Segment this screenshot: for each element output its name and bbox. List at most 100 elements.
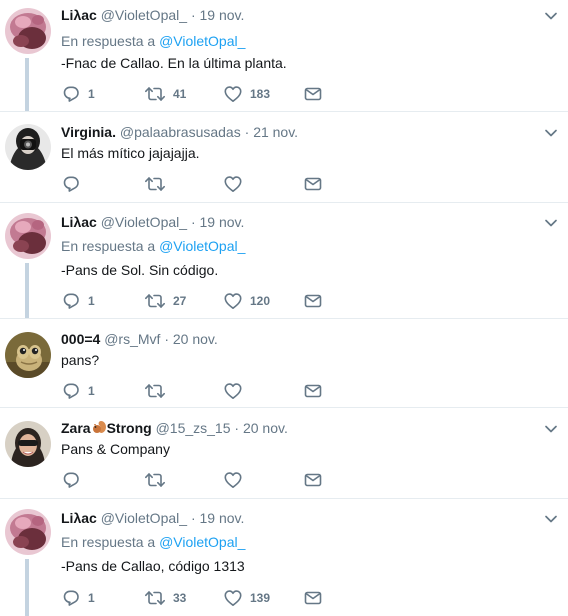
- zara-avatar-image: [5, 421, 51, 467]
- reply-icon: [61, 84, 81, 104]
- thread-line: [25, 559, 29, 616]
- avatar[interactable]: [5, 332, 51, 378]
- like-button[interactable]: 120: [223, 291, 270, 311]
- separator-dot: ·: [190, 214, 196, 230]
- tweet-header: Zara Strong @15_zs_15 · 20 nov.: [61, 419, 288, 437]
- retweet-button[interactable]: [144, 470, 173, 490]
- retweet-button[interactable]: [144, 174, 173, 194]
- mention-link[interactable]: @VioletOpal_: [159, 33, 245, 49]
- tweet-actions: 1 33 139: [61, 588, 331, 608]
- mention-link[interactable]: @VioletOpal_: [159, 534, 245, 550]
- chevron-down-icon[interactable]: [544, 216, 558, 230]
- direct-message-button[interactable]: [303, 84, 323, 104]
- retweet-icon: [144, 174, 166, 194]
- envelope-icon: [303, 291, 323, 311]
- user-handle[interactable]: @VioletOpal_: [101, 510, 187, 526]
- direct-message-button[interactable]: [303, 291, 323, 311]
- display-name-part[interactable]: Strong: [107, 420, 152, 436]
- tweet-header: 000=4 @rs_Mvf · 20 nov.: [61, 330, 218, 348]
- tweet[interactable]: Liλac @VioletOpal_ · 19 nov. En respuest…: [0, 499, 568, 616]
- chevron-down-icon[interactable]: [544, 512, 558, 526]
- reply-button[interactable]: [61, 470, 88, 490]
- display-name[interactable]: 000=4: [61, 331, 100, 347]
- like-button[interactable]: [223, 174, 250, 194]
- display-name[interactable]: Virginia.: [61, 124, 116, 140]
- user-handle[interactable]: @VioletOpal_: [101, 214, 187, 230]
- replying-to: En respuesta a @VioletOpal_: [61, 32, 245, 50]
- tweet-text: -Pans de Sol. Sin código.: [61, 262, 219, 278]
- reply-button[interactable]: 1: [61, 84, 95, 104]
- tweet-text: -Fnac de Callao. En la última planta.: [61, 55, 287, 71]
- avatar[interactable]: [5, 421, 51, 467]
- user-handle[interactable]: @rs_Mvf: [104, 331, 160, 347]
- tweet[interactable]: 000=4 @rs_Mvf · 20 nov. pans? 1: [0, 319, 568, 407]
- chevron-down-icon[interactable]: [544, 126, 558, 140]
- avatar[interactable]: [5, 8, 51, 54]
- timestamp[interactable]: 20 nov.: [173, 331, 218, 347]
- envelope-icon: [303, 84, 323, 104]
- thread-line: [25, 58, 29, 111]
- like-count: 120: [250, 294, 271, 308]
- display-name-part[interactable]: Zara: [61, 420, 91, 436]
- reply-button[interactable]: 1: [61, 588, 95, 608]
- replying-prefix: En respuesta a: [61, 238, 156, 254]
- heart-icon: [223, 174, 243, 194]
- display-name[interactable]: Liλac: [61, 510, 97, 526]
- avatar[interactable]: [5, 509, 51, 555]
- retweet-button[interactable]: 33: [144, 588, 186, 608]
- lilac-avatar-image: [5, 509, 51, 555]
- like-button[interactable]: [223, 470, 250, 490]
- retweet-button[interactable]: 27: [144, 291, 186, 311]
- avatar[interactable]: [5, 213, 51, 259]
- reply-count: 1: [88, 294, 95, 308]
- envelope-icon: [303, 470, 323, 490]
- reply-count: 1: [88, 87, 95, 101]
- tweet[interactable]: Liλac @VioletOpal_ · 19 nov. En respuest…: [0, 203, 568, 318]
- direct-message-button[interactable]: [303, 174, 323, 194]
- mention-link[interactable]: @VioletOpal_: [159, 238, 245, 254]
- like-count: 183: [250, 87, 271, 101]
- tweet[interactable]: Zara Strong @15_zs_15 · 20 nov. Pans & Co…: [0, 408, 568, 498]
- reply-button[interactable]: 1: [61, 291, 95, 311]
- user-handle[interactable]: @15_zs_15: [156, 420, 231, 436]
- heart-icon: [223, 381, 243, 401]
- like-button[interactable]: 139: [223, 588, 270, 608]
- tweet-header: Liλac @VioletOpal_ · 19 nov.: [61, 213, 244, 231]
- tweet-actions: 1: [61, 381, 331, 401]
- timestamp[interactable]: 19 nov.: [200, 7, 245, 23]
- timestamp[interactable]: 21 nov.: [253, 124, 298, 140]
- squirrel-emoji-icon: [92, 421, 106, 433]
- retweet-button[interactable]: [144, 381, 173, 401]
- direct-message-button[interactable]: [303, 588, 323, 608]
- timestamp[interactable]: 20 nov.: [243, 420, 288, 436]
- display-name[interactable]: Liλac: [61, 7, 97, 23]
- like-button[interactable]: [223, 381, 250, 401]
- reply-icon: [61, 381, 81, 401]
- retweet-count: 41: [173, 87, 187, 101]
- retweet-icon: [144, 588, 166, 608]
- direct-message-button[interactable]: [303, 381, 323, 401]
- user-handle[interactable]: @VioletOpal_: [101, 7, 187, 23]
- retweet-icon: [144, 470, 166, 490]
- reply-button[interactable]: [61, 174, 88, 194]
- avatar[interactable]: [5, 124, 51, 170]
- chevron-down-icon[interactable]: [544, 9, 558, 23]
- tweet-actions: 1 27 120: [61, 291, 331, 311]
- separator-dot: ·: [164, 331, 169, 347]
- display-name[interactable]: Liλac: [61, 214, 97, 230]
- chevron-down-icon[interactable]: [544, 422, 558, 436]
- retweet-button[interactable]: 41: [144, 84, 186, 104]
- timestamp[interactable]: 19 nov.: [200, 214, 245, 230]
- like-button[interactable]: 183: [223, 84, 270, 104]
- separator-dot: ·: [244, 124, 250, 140]
- retweet-icon: [144, 291, 166, 311]
- tweet[interactable]: Virginia. @palaabrasusadas · 21 nov. El …: [0, 112, 568, 202]
- tweet[interactable]: Liλac @VioletOpal_ · 19 nov. En respuest…: [0, 0, 568, 111]
- virginia-avatar-image: [5, 124, 51, 170]
- direct-message-button[interactable]: [303, 470, 323, 490]
- thread-line: [25, 263, 29, 318]
- replying-to: En respuesta a @VioletOpal_: [61, 533, 245, 551]
- reply-button[interactable]: 1: [61, 381, 95, 401]
- timestamp[interactable]: 19 nov.: [200, 510, 245, 526]
- user-handle[interactable]: @palaabrasusadas: [120, 124, 241, 140]
